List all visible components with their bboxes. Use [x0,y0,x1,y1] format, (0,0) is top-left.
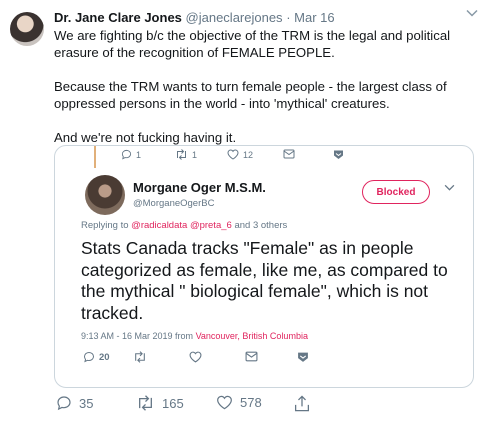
quoted-top-reply-button[interactable]: 1 [121,149,141,160]
quoted-author-avatar[interactable] [85,175,125,215]
reply-button[interactable]: 35 [56,395,93,411]
message-icon[interactable] [245,351,258,362]
replying-to-user-link[interactable]: @radicaldata [131,220,187,231]
author-handle[interactable]: @janeclarejones [186,10,283,25]
quoted-tweet-text: Stats Canada tracks "Female" as in peopl… [81,238,448,323]
replying-to: Replying to @radicaldata @preta_6 and 3 … [81,220,287,231]
like-icon [227,149,239,160]
location-link[interactable]: Vancouver, British Columbia [196,331,308,341]
reply-count: 35 [79,395,94,411]
tweet-paragraph: Because the TRM wants to turn female peo… [54,79,447,111]
retweet-icon[interactable] [133,351,147,363]
quoted-top-retweet-button[interactable]: 1 [175,149,197,160]
author-avatar[interactable] [10,12,44,46]
blocked-button[interactable]: Blocked [362,180,430,204]
reply-icon [83,351,95,363]
quoted-top-like-button[interactable]: 12 [227,149,253,160]
replying-to-user-link[interactable]: @preta_6 [190,220,232,231]
quoted-action-bar: 20 [83,351,463,367]
tweet-paragraph: And we're not fucking having it. [54,130,237,145]
quoted-timestamp: 9:13 AM - 16 Mar 2019 from [81,331,196,341]
replying-to-others[interactable]: and 3 others [232,220,287,231]
tweet-paragraph: We are fighting b/c the objective of the… [54,28,451,60]
bookmark-icon[interactable] [333,149,344,160]
reply-icon [121,149,132,160]
quoted-author-handle[interactable]: @MorganeOgerBC [133,198,214,209]
tweet-action-bar: 35 165 578 [56,395,476,415]
reply-count: 20 [99,351,110,363]
bookmark-icon[interactable] [297,351,309,363]
retweet-icon [136,395,155,411]
retweet-button[interactable]: 165 [136,395,184,411]
tweet-date[interactable]: Mar 16 [294,10,334,25]
retweet-count: 1 [192,149,198,160]
retweet-count: 165 [162,395,184,411]
share-icon[interactable] [294,395,310,412]
quoted-tweet-meta: 9:13 AM - 16 Mar 2019 from Vancouver, Br… [81,331,308,341]
chevron-down-icon[interactable] [444,184,455,191]
like-icon[interactable] [189,351,202,363]
quoted-tweet-card[interactable]: 1 1 12 Morgane Oger M.S.M. @MorganeOgerB… [54,145,474,388]
message-icon[interactable] [283,149,295,159]
separator-dot: · [286,10,291,25]
chevron-down-icon[interactable] [466,9,478,17]
quoted-author-name[interactable]: Morgane Oger M.S.M. [133,180,266,195]
thread-line [94,146,96,168]
tweet-header: Dr. Jane Clare Jones @janeclarejones · M… [54,10,335,25]
retweet-icon [175,149,188,160]
reply-icon [56,395,72,411]
like-icon [216,395,233,410]
like-count: 578 [240,395,262,410]
like-count: 12 [243,149,254,160]
like-button[interactable]: 578 [216,395,262,410]
tweet-text: We are fighting b/c the objective of the… [54,27,474,146]
replying-to-label: Replying to [81,220,132,231]
author-name[interactable]: Dr. Jane Clare Jones [54,10,182,25]
quoted-reply-button[interactable]: 20 [83,351,110,363]
reply-count: 1 [136,149,142,160]
